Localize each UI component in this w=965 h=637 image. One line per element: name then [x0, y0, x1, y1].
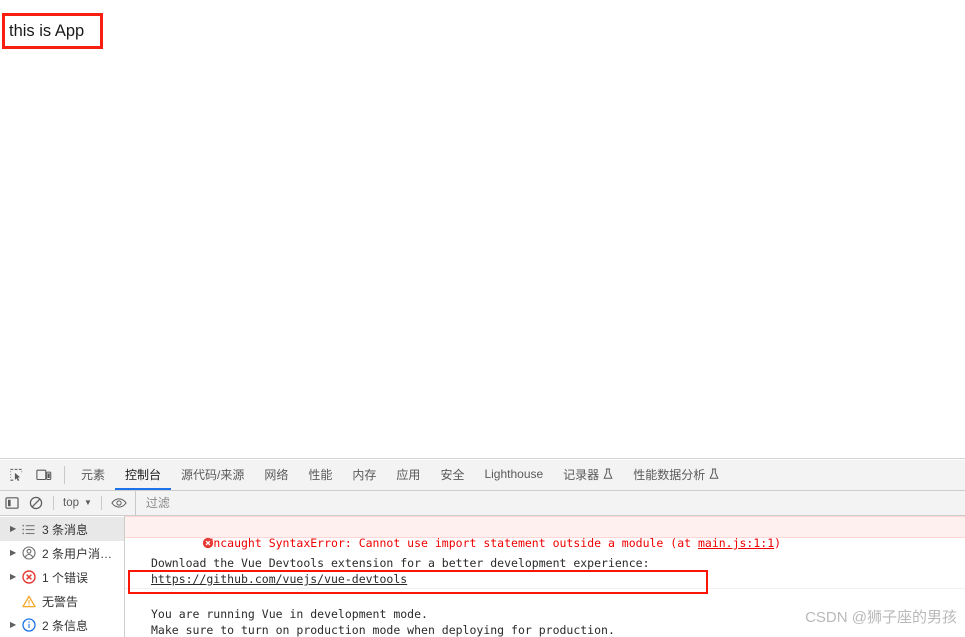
chevron-right-icon[interactable]: ▶ [10, 621, 22, 629]
tab-lighthouse[interactable]: Lighthouse [474, 460, 553, 490]
live-expression-eye-icon[interactable] [107, 492, 131, 514]
dev-mode-line-1: You are running Vue in development mode. [151, 607, 428, 621]
sidebar-item-user-messages[interactable]: ▶ 2 条用户消… [0, 541, 124, 565]
tab-label: Lighthouse [484, 467, 544, 481]
sidebar-item-label: 3 条消息 [42, 522, 89, 537]
sidebar-item-label: 2 条信息 [42, 618, 89, 633]
tab-recorder[interactable]: 记录器 [553, 460, 623, 490]
tab-label: 性能数据分析 [633, 467, 706, 482]
console-message-list[interactable]: Uncaught SyntaxError: Cannot use import … [125, 516, 965, 637]
tab-memory[interactable]: 内存 [342, 460, 386, 490]
sidebar-item-label: 2 条用户消… [42, 546, 113, 561]
sidebar-item-all-messages[interactable]: ▶ 3 条消息 [0, 517, 124, 541]
console-info-message-vue-devtools[interactable]: Download the Vue Devtools extension for … [125, 538, 965, 589]
execution-context-dropdown[interactable]: top ▼ [59, 497, 96, 509]
tab-elements[interactable]: 元素 [71, 460, 115, 490]
page-viewport: this is App [0, 0, 965, 459]
sidebar-item-errors[interactable]: ▶ 1 个错误 [0, 565, 124, 589]
console-body: ▶ 3 条消息 ▶ 2 条用户消… ▶ 1 个错误 无警告 ▶ 2 条信息 Un… [0, 516, 965, 637]
tab-performance[interactable]: 性能 [298, 460, 342, 490]
sidebar-item-warnings[interactable]: 无警告 [0, 589, 124, 613]
experiment-flask-icon [603, 468, 613, 480]
tab-label: 源代码/来源 [181, 467, 245, 482]
toolbar-divider [53, 496, 54, 510]
console-toolbar: top ▼ [0, 490, 965, 516]
tab-label: 控制台 [125, 467, 162, 482]
device-toolbar-icon[interactable] [30, 460, 57, 490]
sidebar-item-label: 无警告 [42, 594, 79, 609]
toolbar-divider [64, 466, 65, 484]
tab-application[interactable]: 应用 [386, 460, 430, 490]
vue-devtools-text: Download the Vue Devtools extension for … [151, 556, 650, 570]
console-error-message[interactable]: Uncaught SyntaxError: Cannot use import … [125, 516, 965, 550]
tab-label: 记录器 [563, 467, 600, 482]
list-icon [22, 523, 42, 536]
user-message-icon [22, 546, 42, 560]
experiment-flask-icon [709, 468, 719, 480]
tab-label: 网络 [264, 467, 289, 482]
warning-icon [22, 595, 42, 608]
error-icon [133, 520, 214, 549]
tab-sources[interactable]: 源代码/来源 [171, 460, 254, 490]
console-sidebar: ▶ 3 条消息 ▶ 2 条用户消… ▶ 1 个错误 无警告 ▶ 2 条信息 [0, 516, 125, 637]
error-icon [22, 570, 42, 584]
console-sidebar-toggle-icon[interactable] [0, 492, 24, 514]
chevron-down-icon: ▼ [84, 498, 92, 507]
app-root-text: this is App [9, 22, 85, 40]
tab-network[interactable]: 网络 [254, 460, 298, 490]
tab-label: 元素 [81, 467, 106, 482]
clear-console-icon[interactable] [24, 492, 48, 514]
inspect-element-icon[interactable] [3, 460, 30, 490]
vue-devtools-link[interactable]: https://github.com/vuejs/vue-devtools [151, 572, 407, 586]
tab-console[interactable]: 控制台 [115, 460, 172, 490]
toolbar-divider [100, 496, 102, 510]
tab-security[interactable]: 安全 [430, 460, 474, 490]
console-filter-input[interactable] [134, 490, 965, 516]
tab-label: 应用 [396, 467, 421, 482]
info-icon [22, 618, 42, 632]
sidebar-item-label: 1 个错误 [42, 570, 89, 585]
chevron-right-icon[interactable]: ▶ [10, 525, 22, 533]
tab-performance-insights[interactable]: 性能数据分析 [623, 460, 729, 490]
tab-label: 安全 [440, 467, 465, 482]
dev-mode-line-2: Make sure to turn on production mode whe… [151, 623, 615, 637]
chevron-right-icon[interactable]: ▶ [10, 549, 22, 557]
execution-context-label: top [63, 497, 79, 509]
tab-label: 性能 [308, 467, 333, 482]
chevron-right-icon[interactable]: ▶ [10, 573, 22, 581]
sidebar-item-info[interactable]: ▶ 2 条信息 [0, 613, 124, 637]
tab-label: 内存 [352, 467, 377, 482]
devtools-tabbar: 元素 控制台 源代码/来源 网络 性能 内存 应用 安全 Lighthouse … [0, 460, 965, 491]
console-info-message-dev-mode[interactable]: You are running Vue in development mode.… [125, 589, 965, 637]
devtools-panel: 元素 控制台 源代码/来源 网络 性能 内存 应用 安全 Lighthouse … [0, 460, 965, 637]
